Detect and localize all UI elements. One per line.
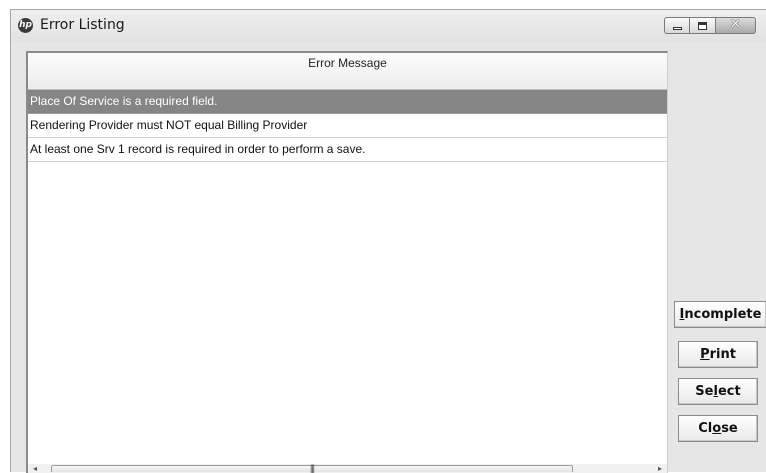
close-window-button[interactable]: ✕ [716,17,756,34]
scrollbar-thumb[interactable]: ||| [51,463,573,473]
error-listing-window: hp Error Listing ✕ Error Message Place O… [10,9,766,473]
print-button[interactable]: Print [678,341,758,368]
window-title: Error Listing [40,17,125,33]
close-button[interactable]: Close [678,415,758,442]
column-header-error-message[interactable]: Error Message [28,53,667,90]
incomplete-button[interactable]: Incomplete [674,301,766,328]
error-row[interactable]: Place Of Service is a required field. [28,90,667,114]
select-button[interactable]: Select [678,378,758,405]
window-controls: ✕ [664,17,756,35]
close-icon: ✕ [730,17,741,32]
error-row[interactable]: At least one Srv 1 record is required in… [28,138,667,162]
minimize-icon [673,27,682,30]
grid-body: Place Of Service is a required field. Ren… [28,90,667,162]
hp-logo-icon: hp [18,18,33,33]
error-row[interactable]: Rendering Provider must NOT equal Billin… [28,114,667,138]
maximize-icon [698,22,707,30]
minimize-button[interactable] [664,17,690,34]
title-bar[interactable]: hp Error Listing ✕ [11,10,766,42]
maximize-button[interactable] [690,17,716,34]
error-message-grid[interactable]: Error Message Place Of Service is a requ… [26,51,668,473]
